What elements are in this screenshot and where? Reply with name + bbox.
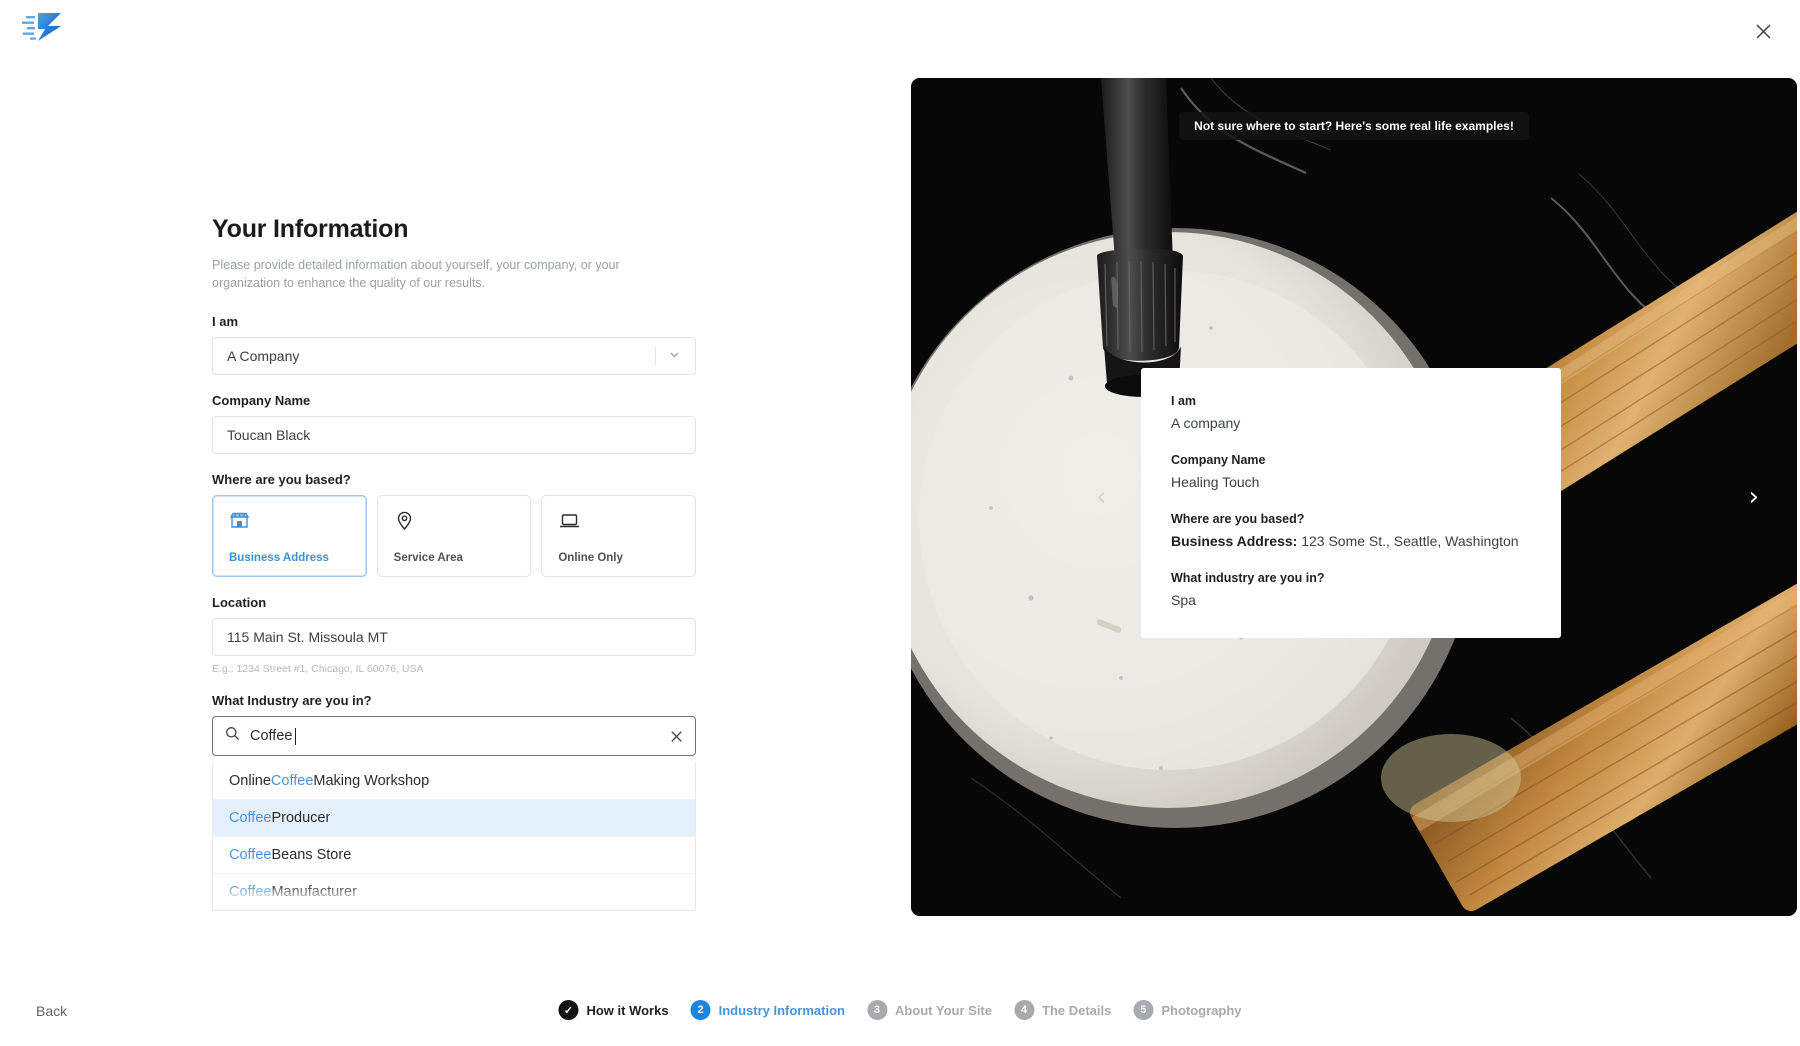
card-i-am-value: A company bbox=[1171, 415, 1241, 431]
express-logo[interactable] bbox=[18, 8, 66, 46]
step-label: How it Works bbox=[586, 1002, 669, 1018]
company-name-input[interactable]: Toucan Black bbox=[212, 416, 696, 455]
option-service-area[interactable]: Service Area bbox=[376, 495, 532, 578]
card-i-am-label: I am bbox=[1171, 394, 1197, 408]
step-about-your-site[interactable]: 3 About Your Site bbox=[866, 1000, 992, 1020]
map-pin-icon bbox=[394, 509, 531, 531]
based-label: Where are you based? bbox=[212, 472, 351, 488]
example-summary-card: I am A company Company Name Healing Touc… bbox=[1141, 368, 1561, 638]
page-subtitle: Please provide detailed information abou… bbox=[212, 258, 620, 291]
option-online-only[interactable]: Online Only bbox=[541, 495, 697, 578]
company-name-label: Company Name bbox=[212, 393, 311, 409]
i-am-value: A Company bbox=[227, 348, 300, 365]
chevron-down-icon bbox=[668, 348, 681, 364]
i-am-select[interactable]: A Company bbox=[212, 337, 696, 376]
suggestion-suffix: Producer bbox=[271, 810, 331, 827]
laptop-icon bbox=[558, 509, 695, 531]
step-the-details[interactable]: 4 The Details bbox=[1014, 1000, 1111, 1020]
close-icon[interactable] bbox=[1746, 14, 1780, 48]
suggestion-match: Coffee bbox=[270, 772, 314, 789]
industry-field: What Industry are you in? Coffee Online … bbox=[212, 693, 696, 912]
industry-search-input[interactable]: Coffee bbox=[212, 716, 696, 757]
company-name-value: Toucan Black bbox=[227, 427, 311, 444]
search-icon bbox=[225, 726, 240, 746]
clear-x-icon[interactable] bbox=[670, 730, 683, 743]
location-hint: E.g.: 1234 Street #1, Chicago, IL 60076,… bbox=[212, 663, 424, 676]
suggestion-match: Coffee bbox=[229, 847, 272, 864]
suggestion-suffix: Beans Store bbox=[271, 847, 352, 864]
back-button[interactable]: Back bbox=[36, 1003, 67, 1019]
step-marker: 3 bbox=[866, 1000, 887, 1020]
step-how-it-works[interactable]: ✓ How it Works bbox=[558, 1000, 669, 1020]
industry-query: Coffee bbox=[250, 728, 293, 745]
option-business-address[interactable]: Business Address bbox=[212, 495, 367, 578]
list-item[interactable]: Coffee Manufacturer bbox=[213, 873, 695, 910]
location-field: Location 115 Main St. Missoula MT E.g.: … bbox=[212, 595, 696, 675]
step-label: Photography bbox=[1161, 1002, 1242, 1018]
examples-preview-panel: Not sure where to start? Here's some rea… bbox=[911, 78, 1797, 916]
card-based-label: Where are you based? bbox=[1171, 511, 1305, 526]
step-marker: 4 bbox=[1014, 1000, 1034, 1020]
suggestion-match: Coffee bbox=[229, 810, 272, 827]
step-label: The Details bbox=[1042, 1002, 1112, 1018]
wizard-stepper: ✓ How it Works 2 Industry Information 3 … bbox=[558, 1000, 1242, 1020]
company-name-field: Company Name Toucan Black bbox=[212, 393, 696, 455]
suggestion-suffix: Manufacturer bbox=[271, 884, 357, 901]
i-am-label: I am bbox=[212, 314, 239, 330]
suggestion-suffix: Making Workshop bbox=[313, 772, 430, 789]
card-based-bold: Business Address: bbox=[1171, 532, 1298, 549]
industry-suggestions[interactable]: Online Coffee Making Workshop Coffee Pro… bbox=[212, 762, 696, 912]
select-divider bbox=[655, 346, 656, 367]
step-marker: 2 bbox=[690, 1000, 711, 1020]
step-label: Industry Information bbox=[718, 1002, 845, 1018]
based-options: Business Address Service Area Online Onl… bbox=[212, 495, 697, 578]
examples-banner: Not sure where to start? Here's some rea… bbox=[1179, 112, 1529, 140]
step-label: About Your Site bbox=[894, 1002, 992, 1018]
carousel-prev-icon[interactable]: ‹ bbox=[1096, 484, 1106, 510]
carousel-next-icon[interactable]: › bbox=[1749, 484, 1759, 510]
suggestion-match: Coffee bbox=[229, 884, 272, 901]
step-marker: ✓ bbox=[558, 1000, 579, 1020]
step-photography[interactable]: 5 Photography bbox=[1133, 1000, 1242, 1020]
option-label: Service Area bbox=[393, 552, 463, 565]
list-item[interactable]: Coffee Beans Store bbox=[213, 836, 695, 873]
storefront-icon bbox=[229, 509, 366, 531]
information-form: Your Information Please provide detailed… bbox=[212, 215, 697, 929]
i-am-field: I am A Company bbox=[212, 314, 696, 376]
suggestion-prefix: Online bbox=[229, 772, 271, 789]
card-industry-label: What industry are you in? bbox=[1171, 570, 1325, 585]
card-based-value: Business Address: 123 Some St., Seattle,… bbox=[1171, 532, 1531, 551]
option-label: Online Only bbox=[558, 552, 623, 565]
card-industry-value: Spa bbox=[1171, 591, 1196, 608]
location-value: 115 Main St. Missoula MT bbox=[227, 629, 388, 646]
list-item[interactable]: Coffee Producer bbox=[213, 799, 695, 837]
option-label: Business Address bbox=[229, 552, 329, 565]
location-label: Location bbox=[212, 595, 267, 611]
location-input[interactable]: 115 Main St. Missoula MT bbox=[212, 618, 696, 657]
onboarding-wizard: Your Information Please provide detailed… bbox=[0, 0, 1800, 1046]
based-field: Where are you based? Business Address Se… bbox=[212, 472, 697, 578]
card-based-rest: 123 Some St., Seattle, Washington bbox=[1297, 532, 1519, 549]
step-industry-information[interactable]: 2 Industry Information bbox=[690, 1000, 845, 1020]
card-company-label: Company Name bbox=[1171, 452, 1266, 467]
card-company-value: Healing Touch bbox=[1171, 473, 1260, 490]
list-item[interactable]: Online Coffee Making Workshop bbox=[213, 762, 695, 799]
text-caret bbox=[295, 727, 297, 745]
step-marker: 5 bbox=[1133, 1000, 1154, 1020]
industry-label: What Industry are you in? bbox=[212, 693, 372, 709]
page-title: Your Information bbox=[212, 215, 409, 243]
